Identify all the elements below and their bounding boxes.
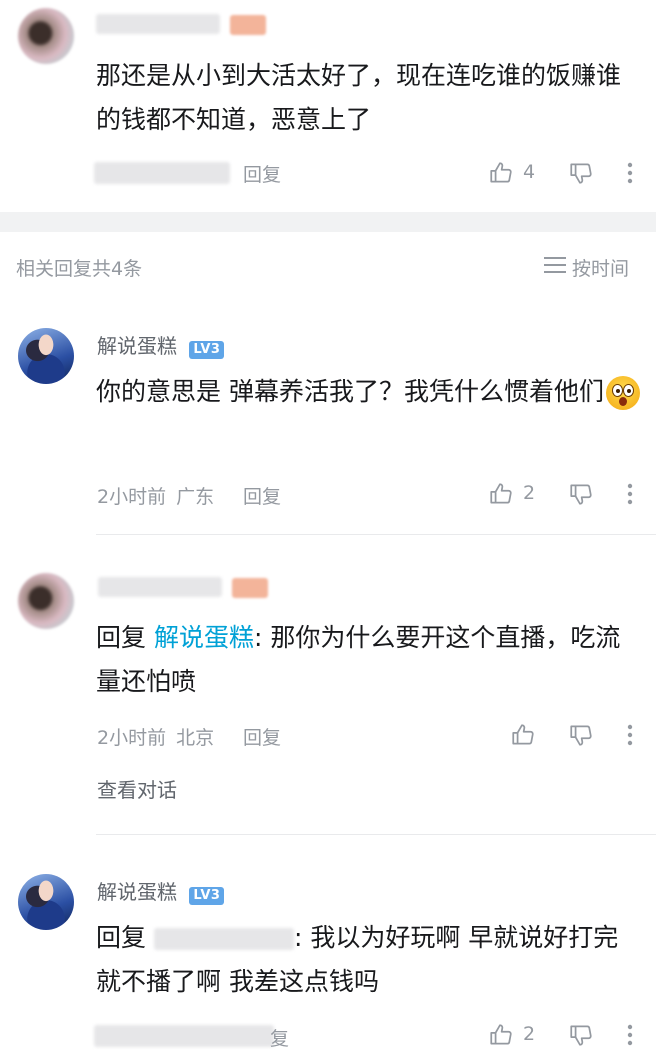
thumbs-up-icon[interactable] <box>486 1020 516 1050</box>
more-vertical-icon[interactable] <box>620 1020 640 1050</box>
comment-content: 回复 解说蛋糕: 那你为什么要开这个直播，吃流量还怕喷 <box>96 616 641 704</box>
thumbs-up-icon[interactable] <box>486 479 516 509</box>
username[interactable]: 解说蛋糕 LV3 <box>97 330 225 359</box>
list-icon <box>544 256 566 279</box>
surprised-face-emoji <box>605 376 640 410</box>
like-count: 4 <box>523 161 536 183</box>
more-vertical-icon[interactable] <box>620 720 640 750</box>
comment-text: 你的意思是 弹幕养活我了？我凭什么惯着他们 <box>96 377 604 406</box>
thumbs-down-icon[interactable] <box>566 1020 596 1050</box>
reply-to-username[interactable]: 解说蛋糕 <box>154 623 254 652</box>
reply-prefix: 回复 <box>96 923 147 952</box>
avatar[interactable] <box>18 328 74 384</box>
replies-count-title: 相关回复共4条 <box>16 258 143 280</box>
meta-redacted <box>94 162 230 184</box>
level-badge-redacted <box>232 578 268 598</box>
timestamp: 2小时前 <box>97 486 167 508</box>
reply-button[interactable]: 回复 <box>243 482 281 509</box>
avatar[interactable] <box>18 8 74 64</box>
reply-prefix: 回复 <box>96 623 147 652</box>
divider <box>96 834 656 835</box>
username-text[interactable]: 解说蛋糕 <box>97 880 177 904</box>
comment-meta: 2小时前 北京 <box>97 723 214 750</box>
comment-meta: 2小时前 广东 <box>97 482 214 509</box>
username-redacted[interactable] <box>98 577 222 597</box>
level-badge: LV3 <box>189 887 225 905</box>
avatar[interactable] <box>18 573 74 629</box>
comment-content: 回复 : 我以为好玩啊 早就说好打完就不播了啊 我差这点钱吗 <box>96 916 641 1004</box>
username-redacted[interactable] <box>96 14 220 34</box>
username[interactable]: 解说蛋糕 LV3 <box>97 876 225 905</box>
sort-label: 按时间 <box>572 258 630 280</box>
section-divider <box>0 212 656 232</box>
reply-button-partial[interactable]: 复 <box>270 1024 289 1051</box>
divider <box>96 534 656 535</box>
thumbs-up-icon[interactable] <box>486 158 516 188</box>
reply-button[interactable]: 回复 <box>243 723 281 750</box>
thumbs-down-icon[interactable] <box>566 158 596 188</box>
thumbs-up-icon[interactable] <box>508 720 538 750</box>
view-conversation-link[interactable]: 查看对话 <box>97 774 177 803</box>
more-vertical-icon[interactable] <box>620 158 640 188</box>
thumbs-down-icon[interactable] <box>566 720 596 750</box>
thumbs-down-icon[interactable] <box>566 479 596 509</box>
comment-content: 那还是从小到大活太好了，现在连吃谁的饭赚谁的钱都不知道，恶意上了 <box>96 61 622 134</box>
reply-button[interactable]: 回复 <box>243 160 281 187</box>
username-text[interactable]: 解说蛋糕 <box>97 334 177 358</box>
like-count: 2 <box>523 482 536 504</box>
avatar[interactable] <box>18 874 74 930</box>
level-badge: LV3 <box>189 341 225 359</box>
comment-content: 你的意思是 弹幕养活我了？我凭什么惯着他们 <box>96 370 641 414</box>
sort-by-time-button[interactable]: 按时间 <box>544 254 629 281</box>
more-vertical-icon[interactable] <box>620 479 640 509</box>
reply-to-username-redacted[interactable] <box>153 928 294 950</box>
like-count: 2 <box>523 1023 536 1045</box>
timestamp: 2小时前 <box>97 727 167 749</box>
location: 广东 <box>176 486 215 508</box>
meta-redacted <box>94 1025 274 1047</box>
location: 北京 <box>176 727 215 749</box>
level-badge-redacted <box>230 15 266 35</box>
